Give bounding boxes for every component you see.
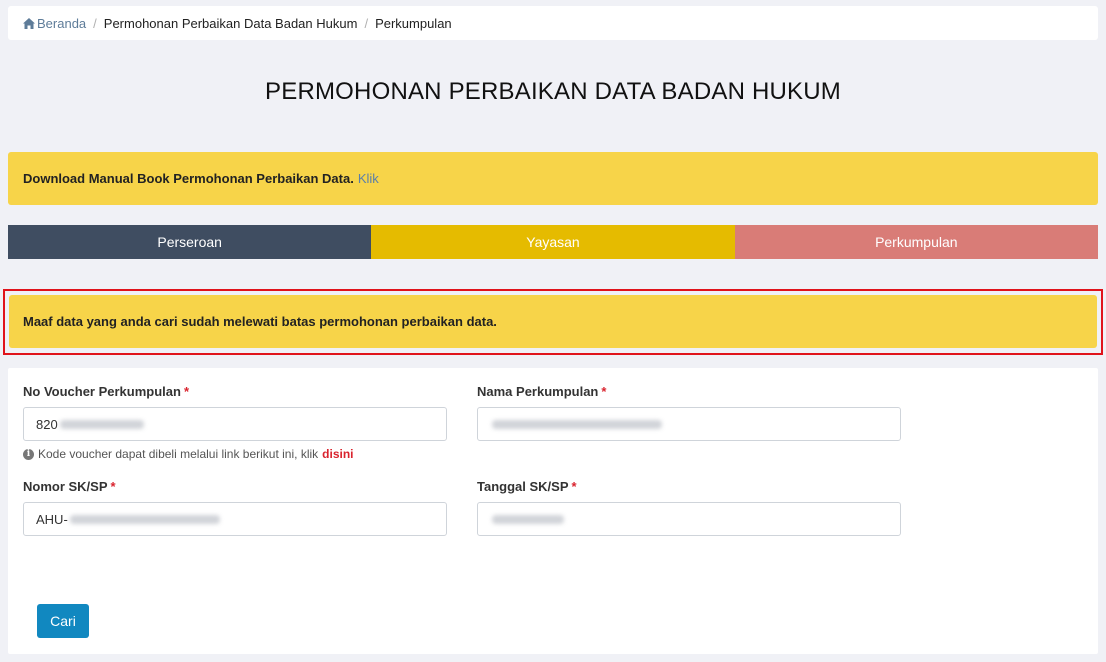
redacted-value [492,419,662,429]
info-icon: i [23,448,34,460]
tanggal-sk-input[interactable] [477,502,901,536]
required-mark: * [183,384,190,399]
breadcrumb-separator: / [93,15,97,31]
tab-yayasan[interactable]: Yayasan [371,225,735,259]
search-form: No Voucher Perkumpulan * 820 i Kode vouch… [8,368,1098,654]
breadcrumb-item-permohonan[interactable]: Permohonan Perbaikan Data Badan Hukum [104,16,358,31]
error-alert-text: Maaf data yang anda cari sudah melewati … [23,314,497,329]
tanggal-sk-label: Tanggal SK/SP * [477,479,577,494]
breadcrumb-separator: / [364,15,369,31]
breadcrumb-home-link[interactable]: Beranda [23,16,86,31]
page-title: PERMOHONAN PERBAIKAN DATA BADAN HUKUM [265,78,841,105]
download-manual-text: Download Manual Book Permohonan Perbaika… [23,171,354,186]
voucher-help-text: Kode voucher dapat dibeli melalui link b… [38,447,319,461]
voucher-help: i Kode voucher dapat dibeli melalui link… [23,447,447,461]
breadcrumb: Beranda / Permohonan Perbaikan Data Bada… [8,6,1098,40]
voucher-help-link[interactable]: disini [322,447,353,461]
tab-perseroan[interactable]: Perseroan [8,225,372,259]
nama-input[interactable] [477,407,901,441]
required-mark: * [601,384,607,399]
required-mark: * [110,479,116,494]
redacted-value [492,514,564,524]
tanggal-sk-field-group: Tanggal SK/SP * [477,479,901,536]
voucher-input[interactable]: 820 [23,407,447,441]
breadcrumb-home-label: Beranda [37,15,87,31]
required-mark: * [571,479,577,494]
nomor-sk-field-group: Nomor SK/SP * AHU- [23,479,447,536]
voucher-label: No Voucher Perkumpulan * [23,384,190,399]
home-icon [23,17,35,29]
cari-button[interactable]: Cari [37,604,89,638]
entity-type-tabs: Perseroan Yayasan Perkumpulan [8,225,1098,259]
nama-label: Nama Perkumpulan * [477,384,607,399]
redacted-value [69,514,220,524]
nama-field-group: Nama Perkumpulan * [477,384,901,441]
redacted-value [59,419,144,429]
download-manual-link[interactable]: Klik [358,171,379,186]
nomor-sk-label: Nomor SK/SP * [23,479,116,494]
download-manual-alert: Download Manual Book Permohonan Perbaika… [8,152,1098,205]
tab-perkumpulan[interactable]: Perkumpulan [734,225,1098,259]
breadcrumb-item-current: Perkumpulan [375,15,452,31]
error-alert: Maaf data yang anda cari sudah melewati … [9,295,1097,348]
nomor-sk-input[interactable]: AHU- [23,502,447,536]
voucher-field-group: No Voucher Perkumpulan * 820 i Kode vouch… [23,384,447,461]
